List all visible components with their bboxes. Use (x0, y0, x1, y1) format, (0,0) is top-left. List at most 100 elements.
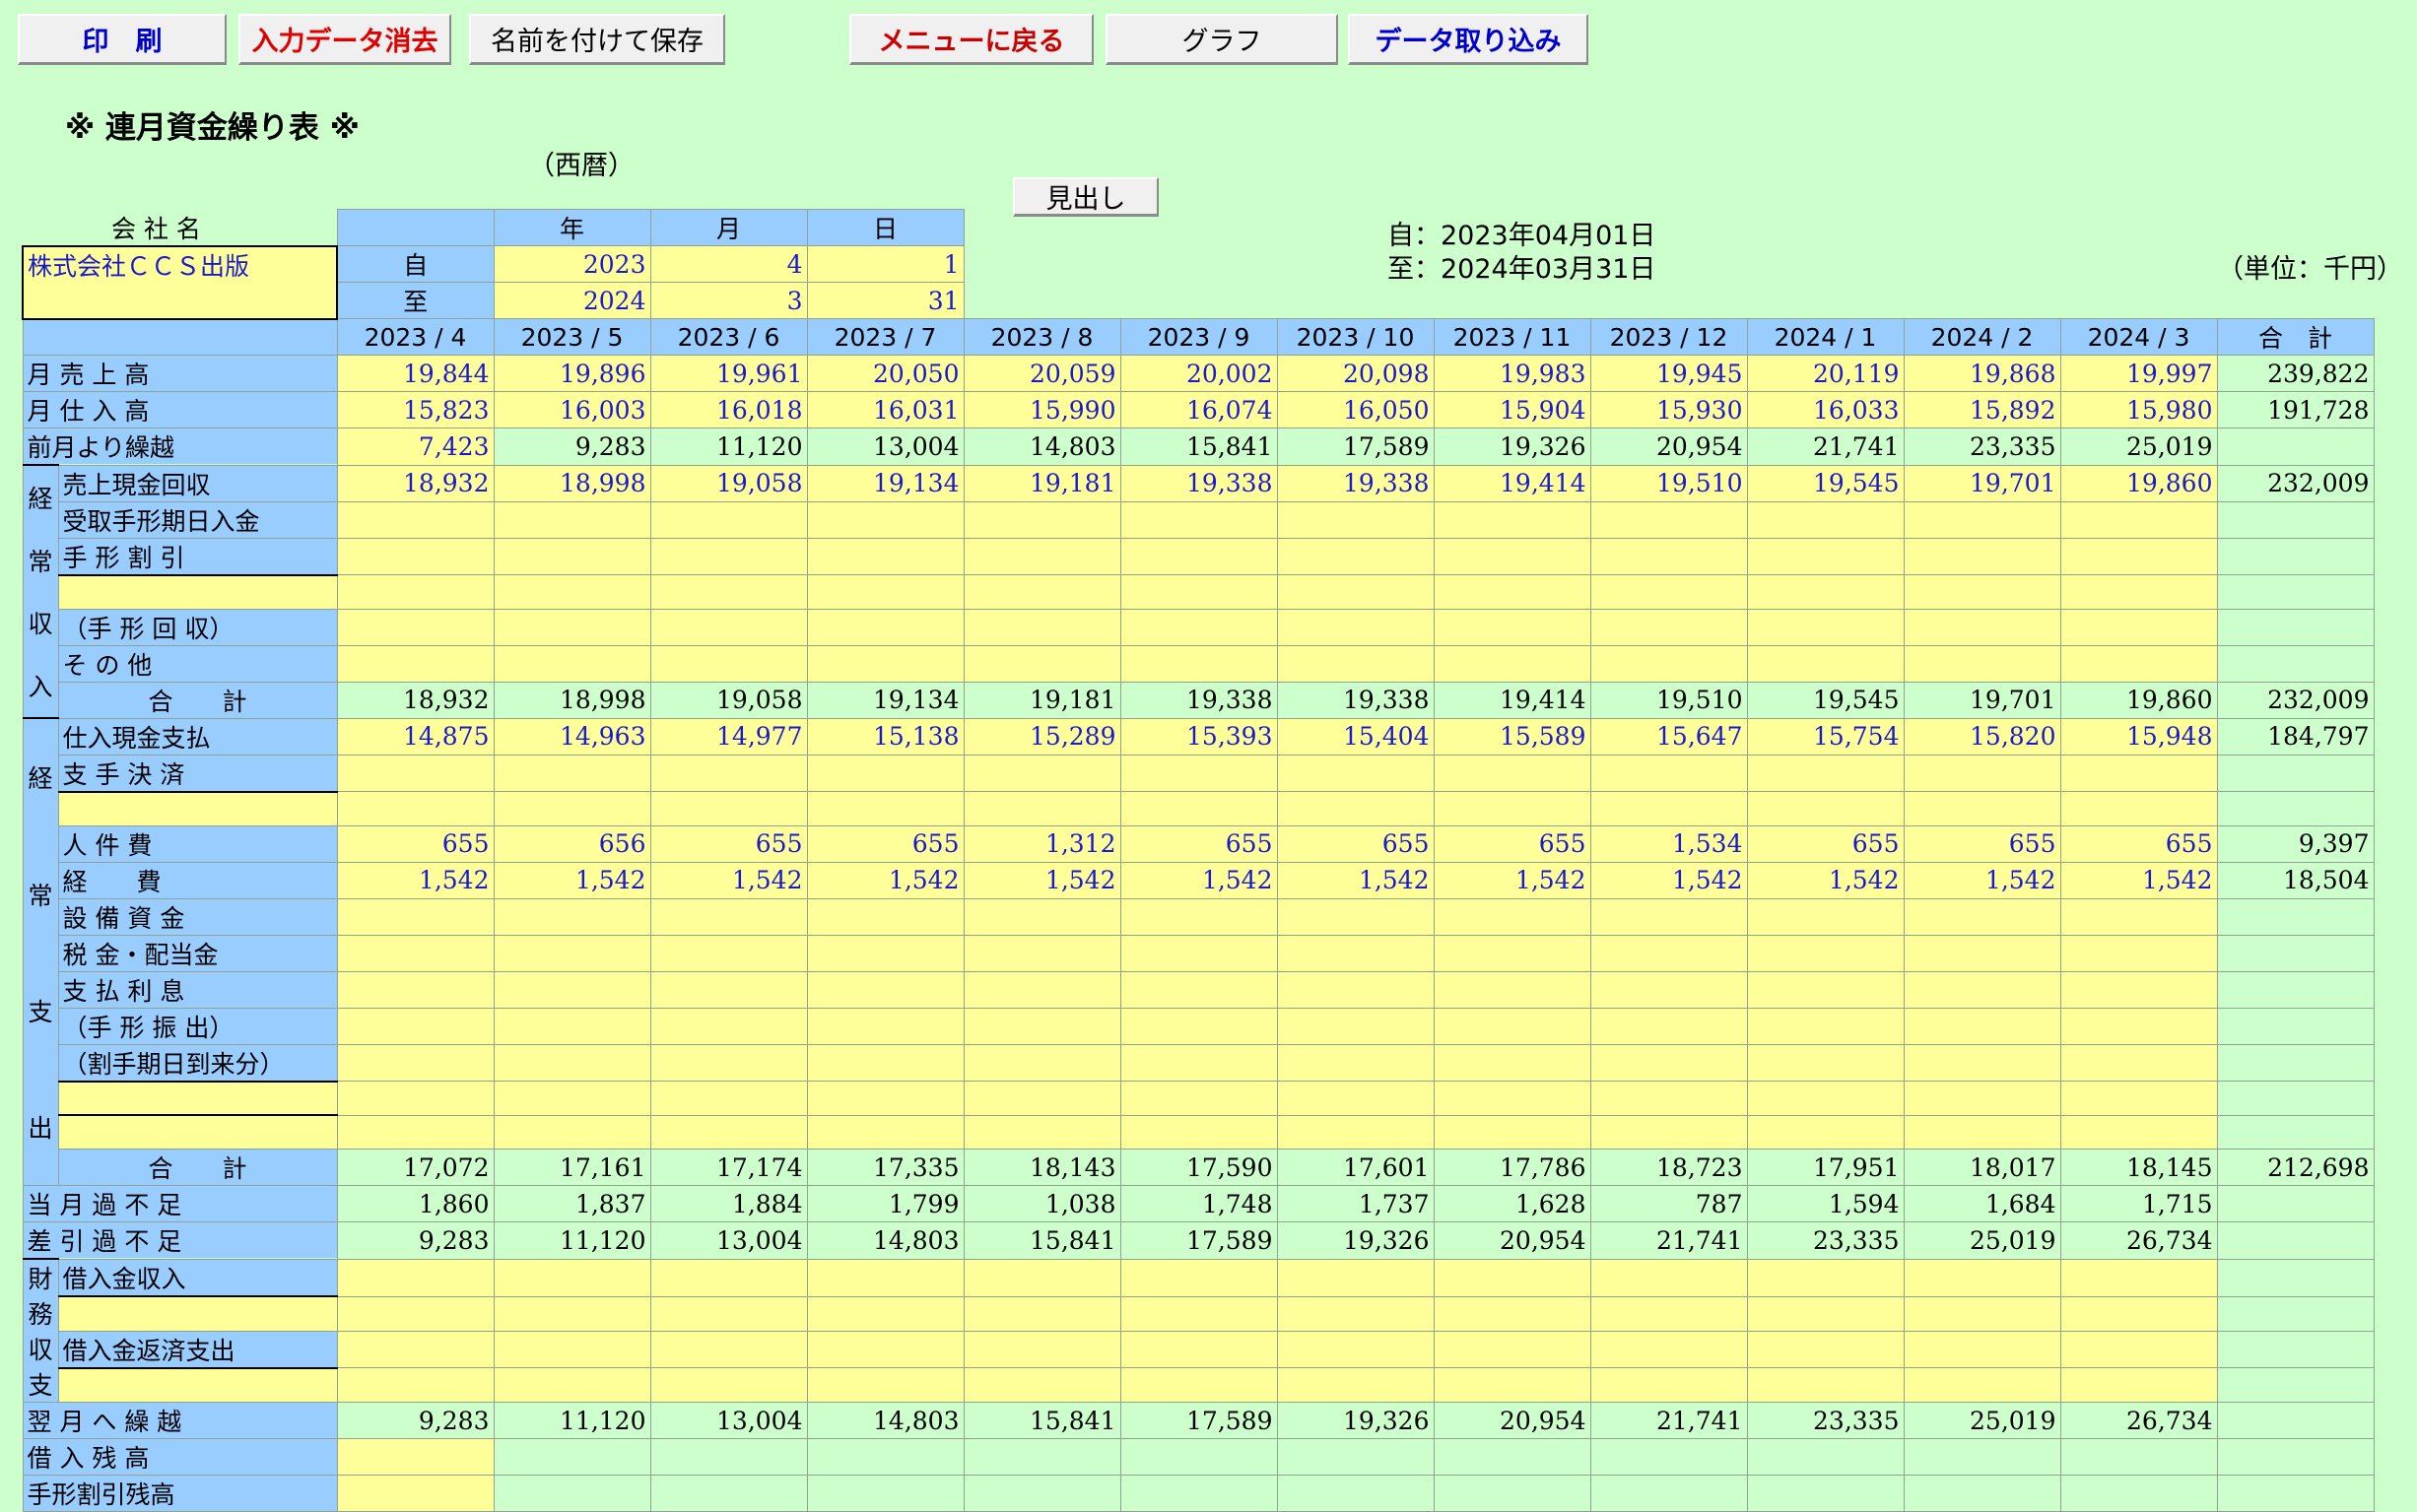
value-cell[interactable]: 19,181 (963, 464, 1121, 502)
value-cell[interactable] (2059, 537, 2218, 575)
value-cell[interactable] (1119, 1043, 1278, 1083)
value-cell[interactable]: 15,647 (1589, 717, 1748, 756)
value-cell[interactable] (963, 934, 1121, 972)
value-cell[interactable] (2059, 897, 2218, 936)
value-cell[interactable]: 19,868 (1903, 355, 2061, 392)
value-cell[interactable] (649, 1330, 808, 1369)
value-cell[interactable]: 19,997 (2059, 355, 2218, 392)
value-cell[interactable] (1119, 754, 1278, 793)
value-cell[interactable]: 15,930 (1589, 391, 1748, 428)
value-cell[interactable]: 655 (1746, 824, 1905, 863)
value-cell[interactable]: 15,754 (1746, 717, 1905, 756)
value-cell[interactable]: 655 (649, 824, 808, 863)
value-cell[interactable] (2059, 791, 2218, 826)
value-cell[interactable] (649, 791, 808, 826)
value-cell[interactable] (1903, 537, 2061, 575)
value-cell[interactable] (806, 1043, 965, 1083)
value-cell[interactable] (806, 1330, 965, 1369)
value-cell[interactable] (1433, 897, 1591, 936)
value-cell[interactable] (1276, 1007, 1435, 1045)
value-cell[interactable] (649, 608, 808, 646)
value-cell[interactable] (1433, 970, 1591, 1009)
value-cell[interactable] (1433, 608, 1591, 646)
value-cell[interactable]: 16,003 (493, 391, 651, 428)
save-as-button[interactable]: 名前を付けて保存 (469, 14, 725, 65)
value-cell[interactable] (336, 934, 495, 972)
value-cell[interactable] (1589, 644, 1748, 683)
company-name-field[interactable]: 株式会社ＣＣＳ出版 (22, 244, 338, 320)
value-cell[interactable] (1433, 1295, 1591, 1332)
value-cell[interactable] (1119, 1295, 1278, 1332)
value-cell[interactable] (493, 574, 651, 610)
value-cell[interactable]: 19,945 (1589, 355, 1748, 392)
value-cell[interactable] (1589, 1114, 1748, 1150)
value-cell[interactable] (336, 1330, 495, 1369)
value-cell[interactable] (1746, 1367, 1905, 1404)
value-cell[interactable] (806, 537, 965, 575)
value-cell[interactable]: 1,542 (1903, 861, 2061, 899)
value-cell[interactable]: 20,002 (1119, 355, 1278, 392)
value-cell[interactable] (1119, 500, 1278, 539)
value-cell[interactable] (1746, 1081, 1905, 1116)
value-cell[interactable]: 19,983 (1433, 355, 1591, 392)
value-cell[interactable] (1746, 754, 1905, 793)
value-cell[interactable] (1276, 1258, 1435, 1297)
value-cell[interactable] (1589, 500, 1748, 539)
value-cell[interactable] (1903, 1367, 2061, 1404)
value-cell[interactable] (806, 791, 965, 826)
value-cell[interactable] (1589, 1330, 1748, 1369)
value-cell[interactable] (649, 574, 808, 610)
value-cell[interactable] (2059, 1330, 2218, 1369)
value-cell[interactable]: 16,018 (649, 391, 808, 428)
value-cell[interactable] (1589, 754, 1748, 793)
value-cell[interactable] (336, 1438, 495, 1477)
value-cell[interactable] (806, 754, 965, 793)
value-cell[interactable] (1589, 791, 1748, 826)
value-cell[interactable] (336, 537, 495, 575)
value-cell[interactable] (493, 1367, 651, 1404)
value-cell[interactable] (1119, 791, 1278, 826)
value-cell[interactable] (1589, 537, 1748, 575)
value-cell[interactable] (336, 1081, 495, 1116)
value-cell[interactable] (336, 1043, 495, 1083)
value-cell[interactable]: 15,138 (806, 717, 965, 756)
value-cell[interactable] (1589, 1043, 1748, 1083)
value-cell[interactable] (1119, 1081, 1278, 1116)
value-cell[interactable] (806, 1367, 965, 1404)
value-cell[interactable] (1589, 970, 1748, 1009)
value-cell[interactable]: 19,338 (1276, 464, 1435, 502)
value-cell[interactable] (963, 1114, 1121, 1150)
value-cell[interactable]: 19,701 (1903, 464, 2061, 502)
value-cell[interactable] (1276, 754, 1435, 793)
value-cell[interactable] (1433, 644, 1591, 683)
value-cell[interactable] (1903, 754, 2061, 793)
value-cell[interactable] (649, 1007, 808, 1045)
value-cell[interactable] (1276, 1295, 1435, 1332)
value-cell[interactable] (1746, 1330, 1905, 1369)
value-cell[interactable] (2059, 644, 2218, 683)
value-cell[interactable]: 1,542 (1119, 861, 1278, 899)
value-cell[interactable] (1903, 791, 2061, 826)
value-cell[interactable] (1433, 791, 1591, 826)
value-cell[interactable]: 7,423 (336, 427, 495, 466)
value-cell[interactable] (2059, 1081, 2218, 1116)
value-cell[interactable] (1903, 897, 2061, 936)
value-cell[interactable] (1746, 897, 1905, 936)
value-cell[interactable] (2059, 574, 2218, 610)
value-cell[interactable] (806, 934, 965, 972)
value-cell[interactable] (493, 1330, 651, 1369)
value-cell[interactable] (336, 608, 495, 646)
value-cell[interactable] (336, 1367, 495, 1404)
value-cell[interactable] (1433, 574, 1591, 610)
value-cell[interactable] (1746, 1114, 1905, 1150)
value-cell[interactable] (963, 1367, 1121, 1404)
value-cell[interactable] (336, 1295, 495, 1332)
value-cell[interactable] (1276, 1081, 1435, 1116)
value-cell[interactable] (1276, 644, 1435, 683)
value-cell[interactable] (963, 970, 1121, 1009)
value-cell[interactable]: 1,542 (336, 861, 495, 899)
value-cell[interactable] (336, 1475, 495, 1512)
value-cell[interactable] (1276, 500, 1435, 539)
value-cell[interactable] (1589, 1007, 1748, 1045)
value-cell[interactable]: 1,542 (1433, 861, 1591, 899)
